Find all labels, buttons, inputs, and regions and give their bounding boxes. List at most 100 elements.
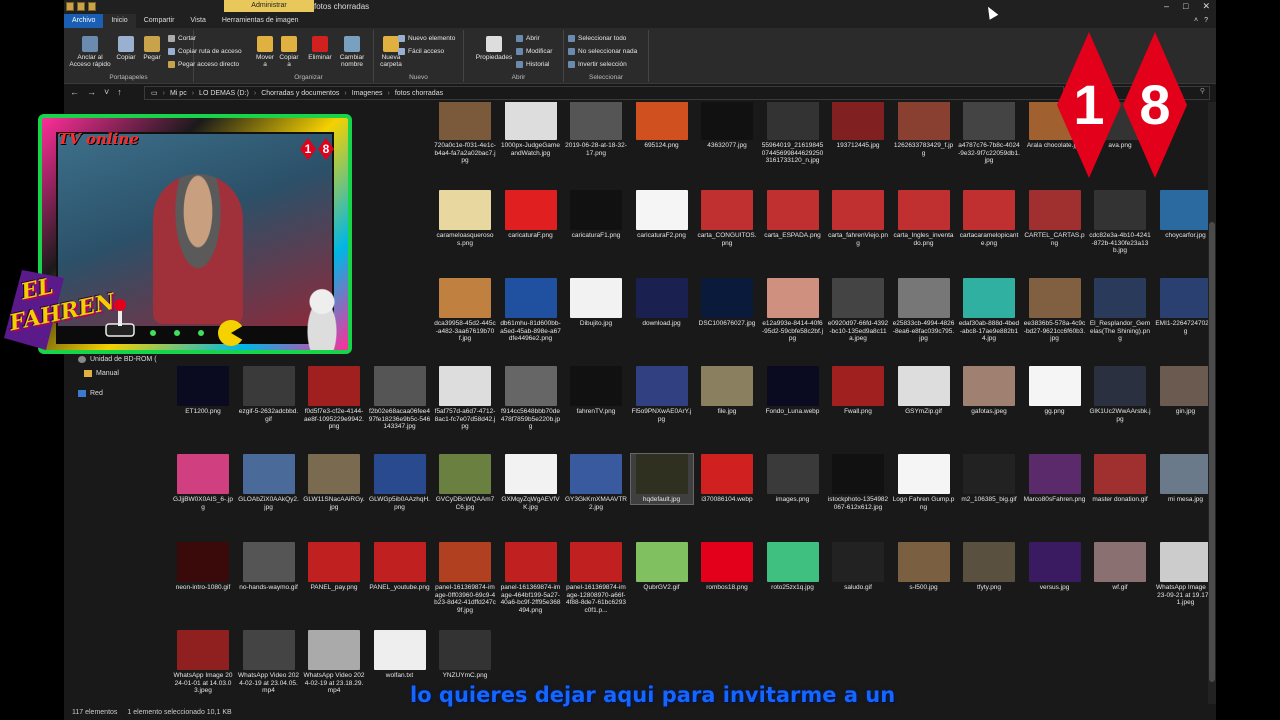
tab-archivo[interactable]: Archivo (64, 14, 104, 28)
file-item[interactable]: wf.gif (1089, 542, 1151, 592)
crumb-chorradas[interactable]: Chorradas y documentos (261, 90, 339, 97)
minimize-button[interactable]: – (1164, 1, 1169, 12)
file-item[interactable]: cartacaramelopicante.png (958, 190, 1020, 247)
file-item[interactable]: 1262633783429_f.jpg (893, 102, 955, 157)
tab-inicio[interactable]: Inicio (103, 14, 136, 28)
properties-button[interactable]: Propiedades (474, 36, 514, 61)
file-item[interactable]: Dibujito.jpg (565, 278, 627, 328)
file-item[interactable]: hqdefault.jpg (629, 453, 694, 505)
file-item[interactable]: carta_CONGUITOS.png (696, 190, 758, 247)
file-item[interactable]: EMI1-2264724702.jpg (1155, 278, 1208, 335)
copy-button[interactable]: Copiar (114, 36, 138, 61)
tab-compartir[interactable]: Compartir (136, 14, 183, 28)
file-item[interactable]: i370086104.webp (696, 454, 758, 504)
file-item[interactable]: e0920d97-66fd-4392-bc10-135ed9a8c11a.jpe… (827, 278, 889, 343)
sidebar-item-manual[interactable]: Manual (84, 370, 119, 377)
move-to-button[interactable]: Mover a (254, 36, 276, 68)
file-item[interactable]: GLWGp5ib0AAzhqH.png (369, 454, 431, 511)
file-item[interactable]: gg.png (1024, 366, 1086, 416)
recent-chevron-icon[interactable]: ˅ (104, 87, 109, 97)
new-folder-icon[interactable] (88, 2, 96, 11)
file-item[interactable]: m2_106385_big.gif (958, 454, 1020, 504)
scrollbar-thumb[interactable] (1209, 222, 1215, 682)
file-item[interactable]: carta_Ingles_inventado.png (893, 190, 955, 247)
file-item[interactable]: choycarfor.jpg (1155, 190, 1208, 240)
file-item[interactable]: panel-161369874-image-12808970-a66f-4f88… (565, 542, 627, 614)
select-all-button[interactable]: Seleccionar todo (568, 35, 626, 42)
file-item[interactable]: 55964019_2161984507445699844629250316173… (762, 102, 824, 165)
easy-access-button[interactable]: Fácil acceso (398, 48, 444, 55)
file-item[interactable]: s-l500.jpg (893, 542, 955, 592)
file-item[interactable]: Fwall.png (827, 366, 889, 416)
file-item[interactable]: f0d5f7e3-cf2e-4144-ae8f-1095229e9942.png (303, 366, 365, 431)
quick-access-toolbar[interactable] (66, 2, 96, 11)
file-item[interactable]: GJjjBW0X0AIS_6-.jpg (172, 454, 234, 511)
back-arrow-icon[interactable]: ← (70, 87, 79, 97)
file-item[interactable]: no-hands-waymo.gif (238, 542, 300, 592)
file-item[interactable]: GLW11SNacAAiRGy.jpg (303, 454, 365, 511)
crumb-drive[interactable]: LO DEMAS (D:) (199, 90, 249, 97)
vertical-scrollbar[interactable] (1208, 102, 1216, 704)
file-item[interactable]: GXMqyZqWgAEVfVK.jpg (500, 454, 562, 511)
file-item[interactable]: panel-161369874-image-0ff03960-69c9-4b23… (434, 542, 496, 614)
file-item[interactable]: wolfan.txt (369, 630, 431, 680)
select-none-button[interactable]: No seleccionar nada (568, 48, 637, 55)
file-item[interactable]: versus.jpg (1024, 542, 1086, 592)
invert-selection-button[interactable]: Invertir selección (568, 61, 627, 68)
file-item[interactable]: 2019-06-28-at-18-32-17.png (565, 102, 627, 157)
file-item[interactable]: El_Resplandor_Gemelas(The Shining).png (1089, 278, 1151, 343)
file-item[interactable]: saludo.gif (827, 542, 889, 592)
file-item[interactable]: tfyty.png (958, 542, 1020, 592)
rename-button[interactable]: Cambiar nombre (336, 36, 368, 68)
copy-to-button[interactable]: Copiar a (278, 36, 300, 68)
cut-button[interactable]: Cortar (168, 35, 196, 42)
file-item[interactable]: f914cc5648bbb70de478f7859b5e220b.jpg (500, 366, 562, 431)
file-item[interactable]: GSYmZip.gif (893, 366, 955, 416)
file-item[interactable]: a4787c76-7b8c-4024-9e32-9f7c22059db1.jpg (958, 102, 1020, 165)
close-button[interactable]: ✕ (1202, 1, 1210, 12)
paste-shortcut-button[interactable]: Pegar acceso directo (168, 61, 239, 68)
file-item[interactable]: roto25zx1q.jpg (762, 542, 824, 592)
file-item[interactable]: e12a993e-8414-40f6-95d2-59cbfe58c2bf.jpg (762, 278, 824, 343)
file-item[interactable]: e25833cb-4994-4826-8ea6-e8fac039c795.jpg (893, 278, 955, 343)
file-item[interactable]: 695124.png (631, 102, 693, 150)
file-item[interactable]: carameloasquerosos.png (434, 190, 496, 247)
file-item[interactable]: YNZUYmC.png (434, 630, 496, 680)
file-item[interactable]: f2b02e68acaa06fee497fe18236e9b5c-5461433… (369, 366, 431, 431)
file-item[interactable]: edaf30ab-888d-4bed-abc8-17ae9e882b14.jpg (958, 278, 1020, 343)
file-item[interactable]: carta_fahrenViejo.png (827, 190, 889, 247)
file-item[interactable]: download.jpg (631, 278, 693, 328)
open-button[interactable]: Abrir (516, 35, 540, 42)
new-item-button[interactable]: Nuevo elemento (398, 35, 455, 42)
file-item[interactable]: db61mhu-81d600bb-a5ed-45ab-898e-a67dfe44… (500, 278, 562, 343)
file-item[interactable]: istockphoto-1354982067-612x612.jpg (827, 454, 889, 511)
file-item[interactable]: GLOAbZiX0AAkQy2.jpg (238, 454, 300, 511)
file-item[interactable]: WhatsApp Image 2023-09-21 at 19.17.51.jp… (1155, 542, 1208, 607)
file-item[interactable]: caricaturaF1.png (565, 190, 627, 240)
file-item[interactable]: ET1200.png (172, 366, 234, 416)
file-item[interactable]: gin.jpg (1155, 366, 1208, 416)
file-item[interactable]: carta_ESPADA.png (762, 190, 824, 240)
file-item[interactable]: PANEL_pay.png (303, 542, 365, 592)
forward-arrow-icon[interactable]: → (87, 87, 96, 97)
file-item[interactable]: PANEL_youtube.png (369, 542, 431, 592)
folder-icon[interactable] (66, 2, 74, 11)
sidebar-item-red[interactable]: Red (78, 390, 103, 397)
file-item[interactable]: WhatsApp Video 2024-02-19 at 23.18.29.mp… (303, 630, 365, 695)
file-item[interactable]: cdc82e3a-4b10-4241-872b-4130fe23a13b.jpg (1089, 190, 1151, 255)
file-item[interactable]: gafotas.jpeg (958, 366, 1020, 416)
file-item[interactable]: ezgif-5-2632adcbbd.gif (238, 366, 300, 423)
file-item[interactable]: 720a0c1e-f031-4e1c-b4a4-fa7a2a02bac7.jpg (434, 102, 496, 165)
collapse-ribbon-icon[interactable]: ˄ (1194, 14, 1198, 28)
copy-path-button[interactable]: Copiar ruta de acceso (168, 48, 242, 55)
file-item[interactable]: images.png (762, 454, 824, 504)
up-arrow-icon[interactable]: ↑ (117, 87, 122, 97)
crumb-fotos-chorradas[interactable]: fotos chorradas (395, 90, 443, 97)
file-item[interactable]: DSC100676027.jpg (696, 278, 758, 328)
file-item[interactable]: caricaturaF2.png (631, 190, 693, 240)
file-item[interactable]: file.jpg (696, 366, 758, 416)
file-item[interactable]: fahrenTV.png (565, 366, 627, 416)
sidebar-item-bdrom[interactable]: Unidad de BD-ROM ( (78, 356, 157, 363)
maximize-button[interactable]: □ (1183, 1, 1188, 12)
file-item[interactable]: 193712445.jpg (827, 102, 889, 150)
